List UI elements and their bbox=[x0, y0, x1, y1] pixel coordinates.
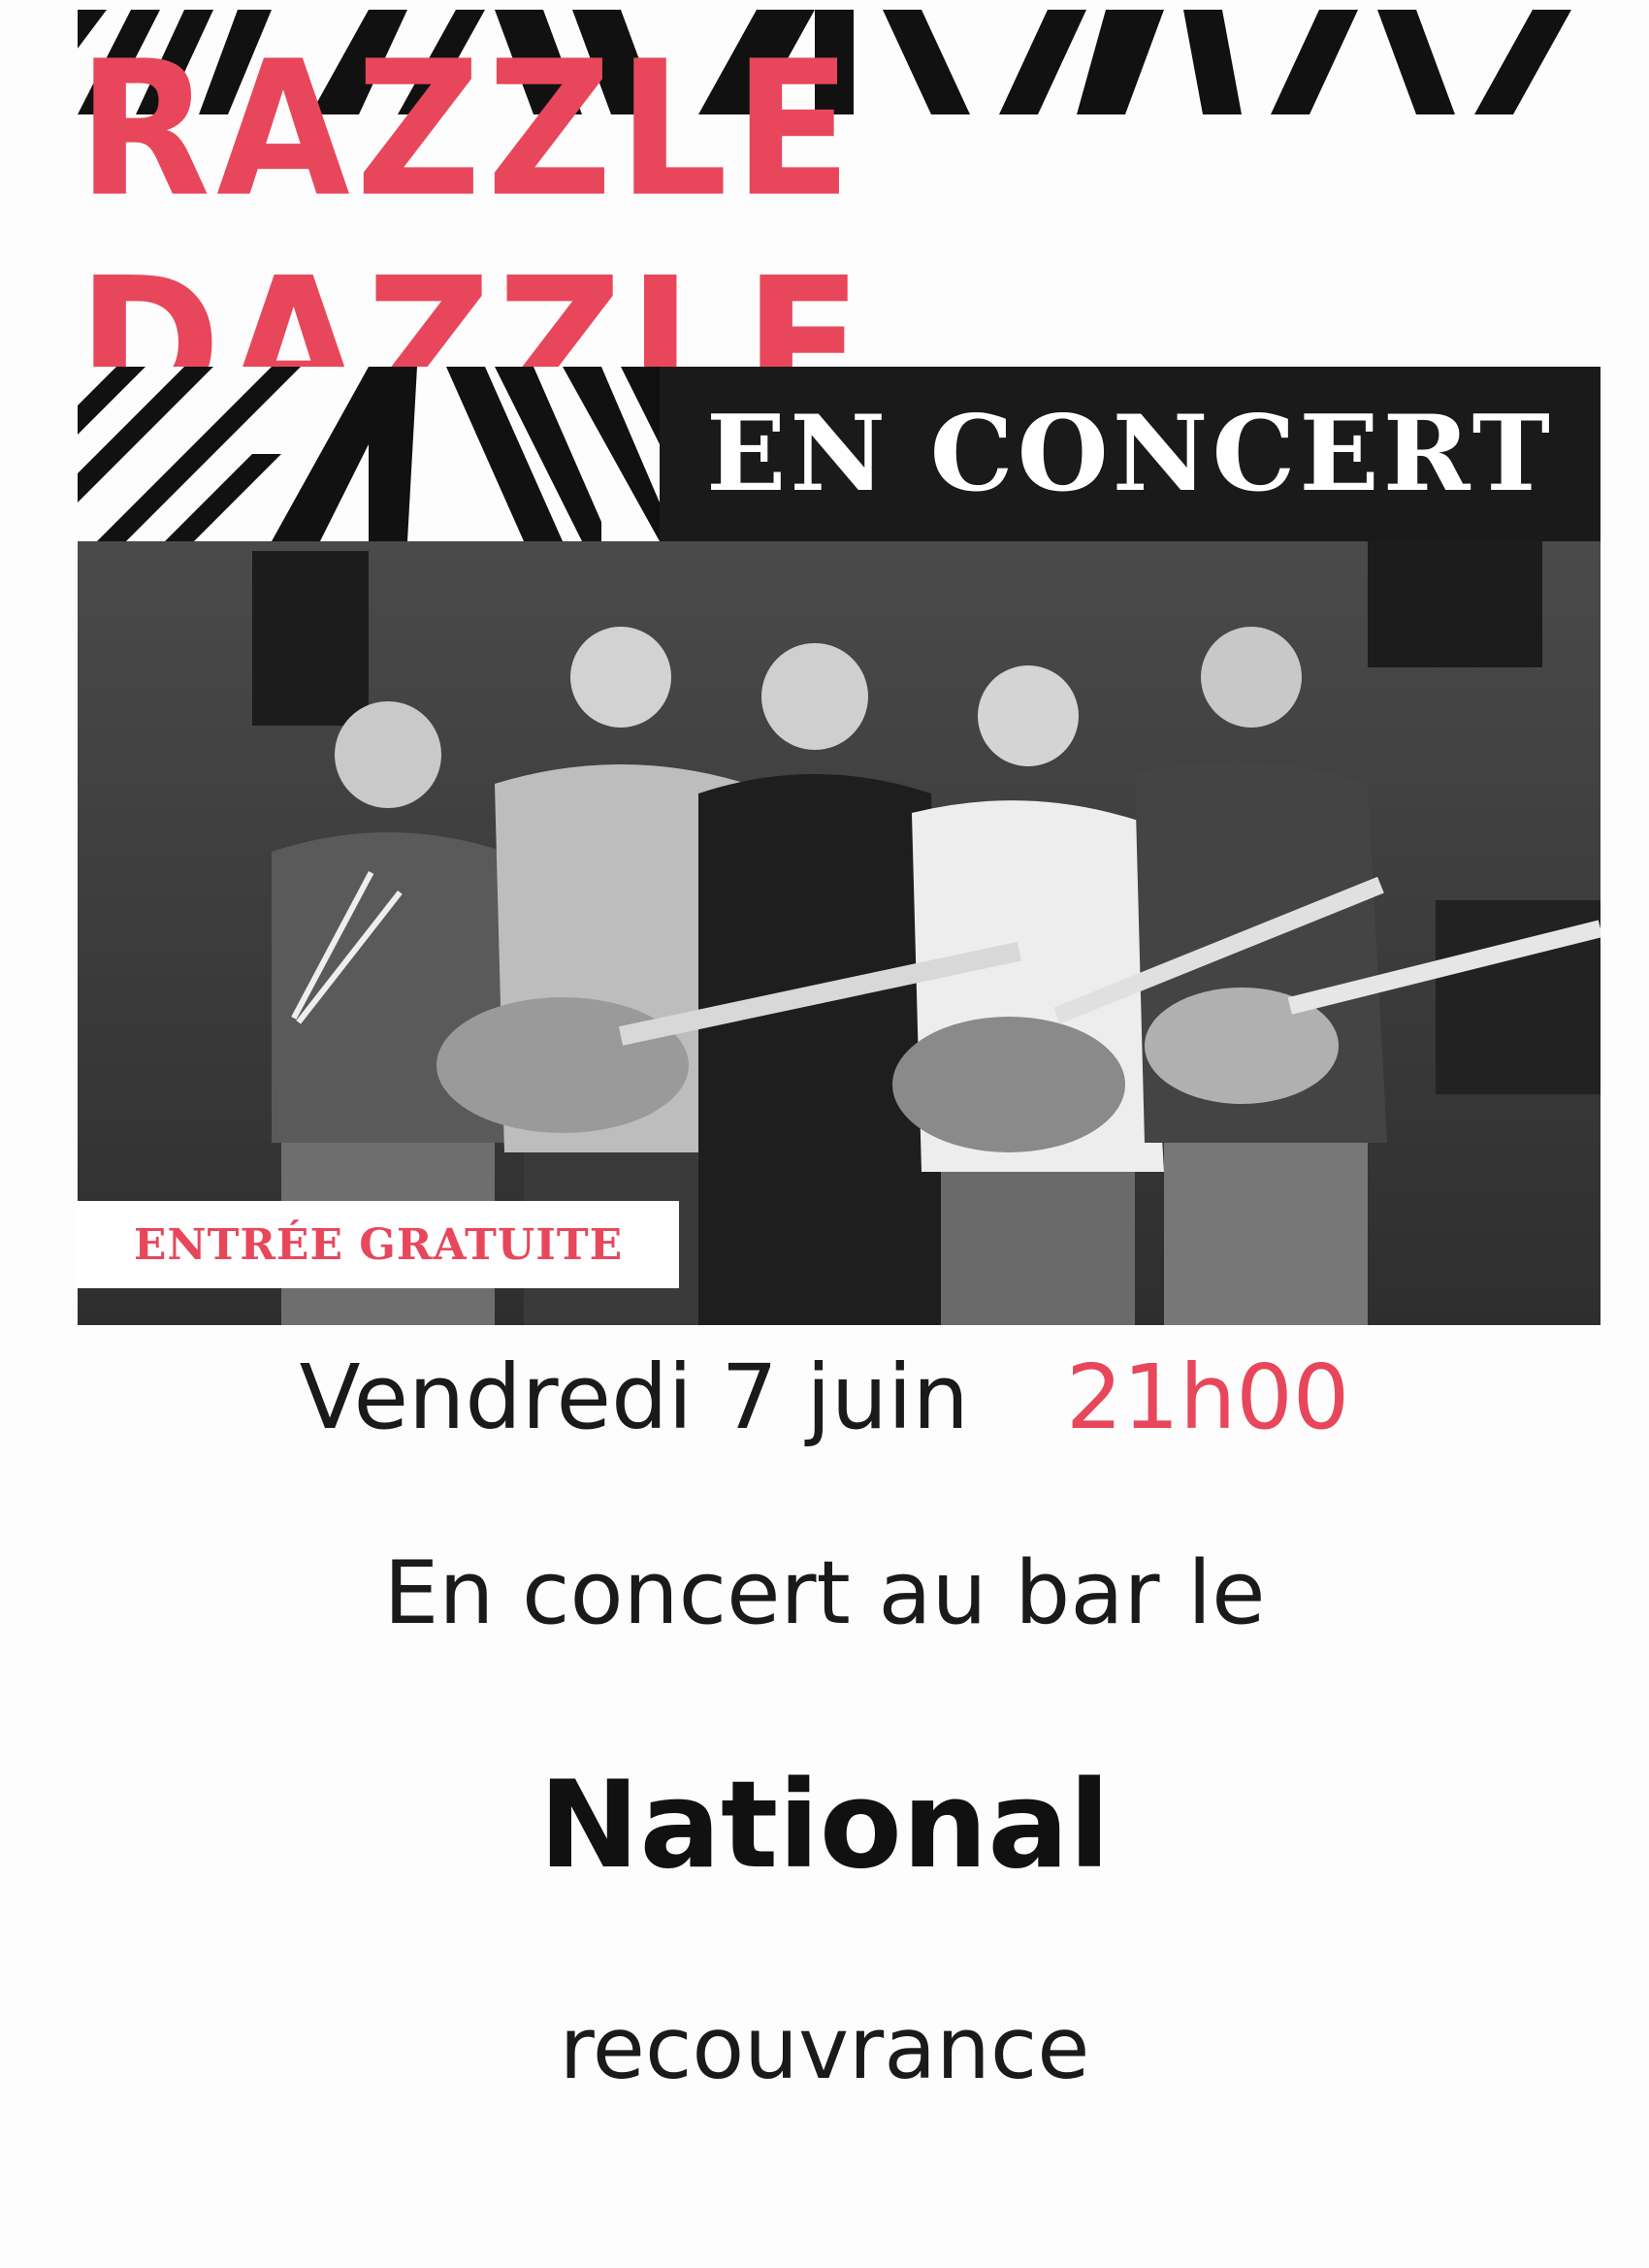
free-entry-badge: ENTRÉE GRATUITE bbox=[78, 1201, 679, 1288]
concert-poster: RAZZLE DAZZLE EN CONCERT ENTRÉE GRATUITE… bbox=[0, 0, 1649, 2268]
concert-banner: EN CONCERT bbox=[660, 367, 1600, 541]
event-time: 21h00 bbox=[1065, 1345, 1350, 1449]
band-title: RAZZLE DAZZLE bbox=[78, 20, 868, 455]
event-location: recouvrance bbox=[559, 1998, 1090, 2098]
free-entry-label: ENTRÉE GRATUITE bbox=[133, 1219, 624, 1270]
concert-label: EN CONCERT bbox=[706, 393, 1554, 515]
event-date: Vendredi 7 juin bbox=[299, 1345, 969, 1449]
stripe-pattern-middle bbox=[78, 367, 660, 541]
venue-intro: En concert au bar le bbox=[383, 1542, 1266, 1644]
venue-name: National bbox=[538, 1756, 1111, 1895]
date-line: Vendredi 7 juin 21h00 bbox=[0, 1329, 1649, 1465]
